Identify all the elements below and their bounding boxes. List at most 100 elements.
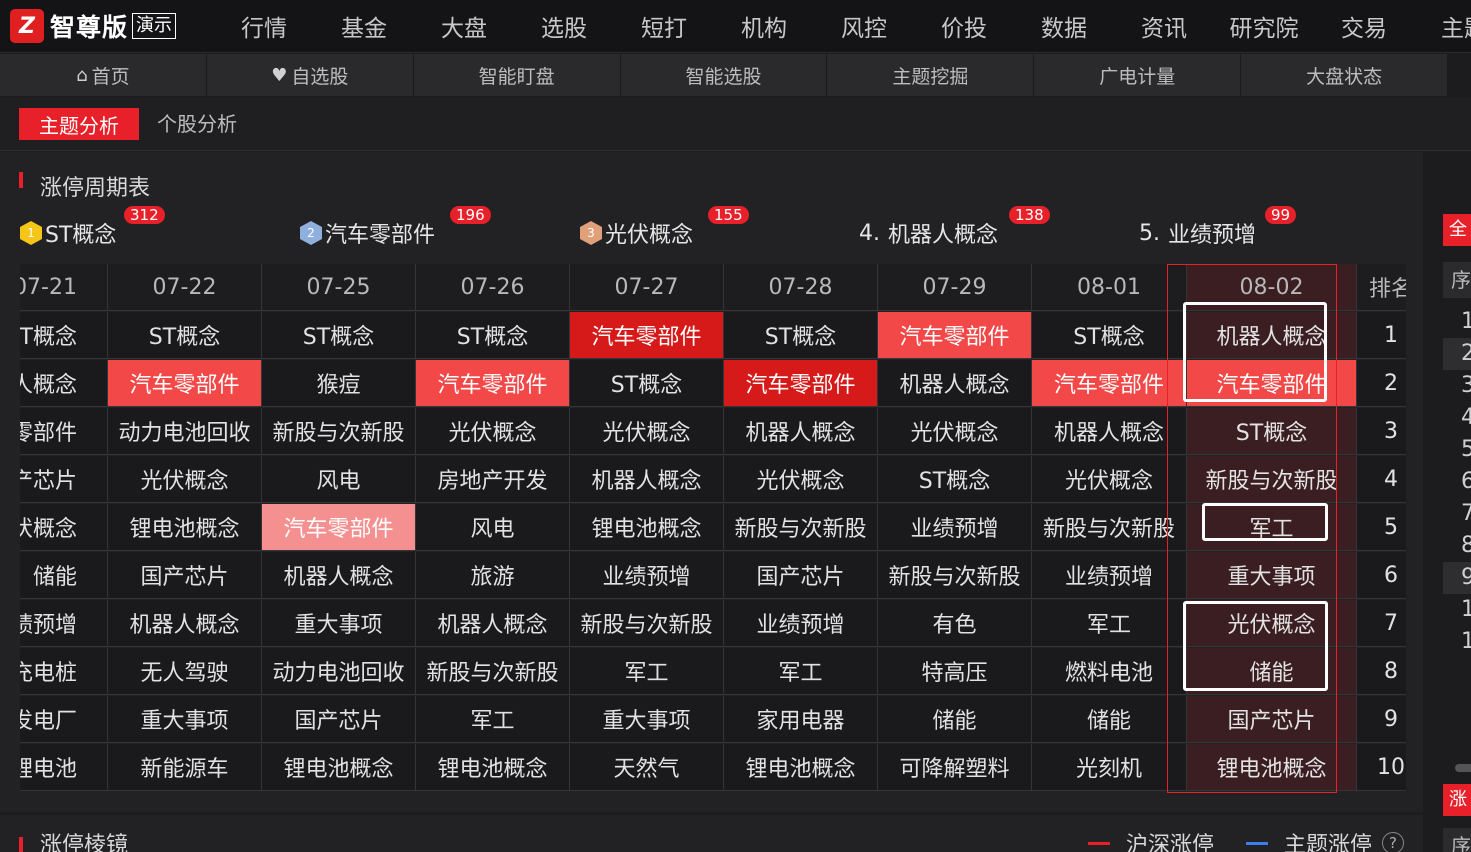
top-nav-item[interactable]: 短打	[614, 9, 714, 43]
sub-nav-item[interactable]: 广电计量	[1034, 54, 1242, 96]
theme-cell[interactable]: 特高压	[878, 648, 1032, 695]
tab-stock-analysis[interactable]: 个股分析	[157, 108, 237, 140]
top-theme-item[interactable]: 5. 业绩预增 99	[1139, 206, 1297, 250]
tab-theme-analysis[interactable]: 主题分析	[19, 108, 139, 140]
theme-cell[interactable]: 重大事项	[570, 696, 724, 743]
theme-cell[interactable]: 光刻机	[1032, 744, 1187, 791]
theme-cell[interactable]: 储能	[878, 696, 1032, 743]
theme-cell[interactable]: 房地产开发	[416, 456, 570, 503]
top-nav-item[interactable]: 资讯	[1114, 9, 1214, 43]
theme-cell[interactable]: ST概念	[262, 312, 416, 359]
top-nav-item[interactable]: 风控	[814, 9, 914, 43]
theme-cell[interactable]: 机器人概念	[1032, 408, 1187, 455]
sub-nav-item[interactable]: 智能盯盘	[414, 54, 621, 96]
theme-cell[interactable]: 光伏概念	[570, 408, 724, 455]
top-nav-item[interactable]: 主题	[1414, 9, 1471, 43]
theme-cell[interactable]: 重大事项	[108, 696, 262, 743]
theme-cell[interactable]: ST概念	[1032, 312, 1187, 359]
theme-cell[interactable]: ST概念	[20, 312, 108, 359]
theme-cell[interactable]: 汽车零部件	[1187, 360, 1357, 407]
theme-cell[interactable]: 猴痘	[262, 360, 416, 407]
theme-cell[interactable]: 新股与次新股	[724, 504, 878, 551]
theme-cell[interactable]: 业绩预增	[878, 504, 1032, 551]
theme-cell[interactable]: 新股与次新股	[570, 600, 724, 647]
theme-cell[interactable]: 汽车零部件	[20, 408, 108, 455]
theme-cell[interactable]: 锂电池概念	[262, 744, 416, 791]
brand[interactable]: Z 智尊版 演示	[10, 8, 177, 44]
theme-cell[interactable]: 新股与次新股	[262, 408, 416, 455]
theme-cell[interactable]: 汽车零部件	[570, 312, 724, 359]
side-rank-row[interactable]: 3	[1443, 370, 1471, 402]
theme-cell[interactable]: 重大事项	[262, 600, 416, 647]
theme-cell[interactable]: 机器人概念	[878, 360, 1032, 407]
theme-cell[interactable]: 机器人概念	[262, 552, 416, 599]
theme-cell[interactable]: 储能	[1187, 648, 1357, 695]
theme-cell[interactable]: 旅游	[416, 552, 570, 599]
top-nav-item[interactable]: 基金	[314, 9, 414, 43]
theme-cell[interactable]: ST概念	[416, 312, 570, 359]
theme-cell[interactable]: 汽车零部件	[108, 360, 262, 407]
theme-cell[interactable]: 国产芯片	[724, 552, 878, 599]
theme-cell[interactable]: 可降解塑料	[878, 744, 1032, 791]
theme-cell[interactable]: 汽车零部件	[878, 312, 1032, 359]
theme-cell[interactable]: 汽车零部件	[724, 360, 878, 407]
theme-cell[interactable]: 锂电池概念	[1187, 744, 1357, 791]
help-icon[interactable]: ?	[1382, 832, 1405, 852]
sub-nav-item[interactable]: 智能选股	[621, 54, 828, 96]
theme-cell[interactable]: 国产芯片	[20, 456, 108, 503]
theme-cell[interactable]: ST概念	[1187, 408, 1357, 455]
theme-cell[interactable]: 发电厂	[20, 696, 108, 743]
theme-cell[interactable]: ST概念	[570, 360, 724, 407]
theme-cell[interactable]: 新股与次新股	[1032, 504, 1187, 551]
theme-cell[interactable]: 业绩预增	[570, 552, 724, 599]
side-rank-row[interactable]: 5	[1443, 434, 1471, 466]
theme-cell[interactable]: 锂电池概念	[416, 744, 570, 791]
side-all-button[interactable]: 全	[1443, 214, 1471, 246]
theme-cell[interactable]: 汽车零部件	[416, 360, 570, 407]
theme-cell[interactable]: 机器人概念	[1187, 312, 1357, 359]
theme-cell[interactable]: 机器人概念	[108, 600, 262, 647]
theme-cell[interactable]: 光伏概念	[20, 504, 108, 551]
theme-cell[interactable]: 新能源车	[108, 744, 262, 791]
theme-cell[interactable]: 汽车零部件	[262, 504, 416, 551]
theme-cell[interactable]: 国产芯片	[262, 696, 416, 743]
theme-cell[interactable]: ST概念	[878, 456, 1032, 503]
theme-cell[interactable]: 有色	[878, 600, 1032, 647]
top-theme-item[interactable]: 4. 机器人概念 138	[859, 206, 1050, 250]
theme-cell[interactable]: 新股与次新股	[1187, 456, 1357, 503]
theme-cell[interactable]: 光伏概念	[416, 408, 570, 455]
theme-cell[interactable]: 重大事项	[1187, 552, 1357, 599]
theme-cell[interactable]: 风电	[262, 456, 416, 503]
theme-cell[interactable]: 锂电池概念	[570, 504, 724, 551]
theme-cell[interactable]: 军工	[1032, 600, 1187, 647]
side-rank-row[interactable]: 1	[1443, 306, 1471, 338]
theme-cell[interactable]: 国产芯片	[1187, 696, 1357, 743]
theme-cell[interactable]: 风电	[416, 504, 570, 551]
theme-cell[interactable]: 光伏概念	[1187, 600, 1357, 647]
theme-cell[interactable]: 光伏概念	[108, 456, 262, 503]
top-theme-item[interactable]: 3 光伏概念 155	[580, 206, 749, 250]
theme-cell[interactable]: 军工	[416, 696, 570, 743]
legend-item[interactable]: 主题涨停 ?	[1246, 827, 1405, 852]
top-nav-item[interactable]: 选股	[514, 9, 614, 43]
top-nav-item[interactable]: 价投	[914, 9, 1014, 43]
theme-cell[interactable]: 汽车零部件	[1032, 360, 1187, 407]
sub-nav-item[interactable]: 主题挖掘	[827, 54, 1035, 96]
side-rank-row[interactable]: 4	[1443, 402, 1471, 434]
theme-cell[interactable]: 天然气	[570, 744, 724, 791]
theme-cell[interactable]: 机器人概念	[724, 408, 878, 455]
theme-cell[interactable]: 储能	[1032, 696, 1187, 743]
top-nav-item[interactable]: 行情	[214, 9, 314, 43]
top-nav-item[interactable]: 研究院	[1214, 9, 1314, 43]
theme-cell[interactable]: 军工	[1187, 504, 1357, 551]
theme-cell[interactable]: 无人驾驶	[108, 648, 262, 695]
theme-cell[interactable]: 业绩预增	[1032, 552, 1187, 599]
side-rank-row[interactable]: 2	[1443, 338, 1471, 370]
side-rank-row[interactable]: 10	[1443, 594, 1471, 626]
theme-cell[interactable]: 动力电池回收	[262, 648, 416, 695]
theme-cell[interactable]: 光伏概念	[878, 408, 1032, 455]
side-rank-row[interactable]: 7	[1443, 498, 1471, 530]
theme-cell[interactable]: 锂电池	[20, 744, 108, 791]
theme-cell[interactable]: 动力电池回收	[108, 408, 262, 455]
theme-cell[interactable]: 军工	[570, 648, 724, 695]
